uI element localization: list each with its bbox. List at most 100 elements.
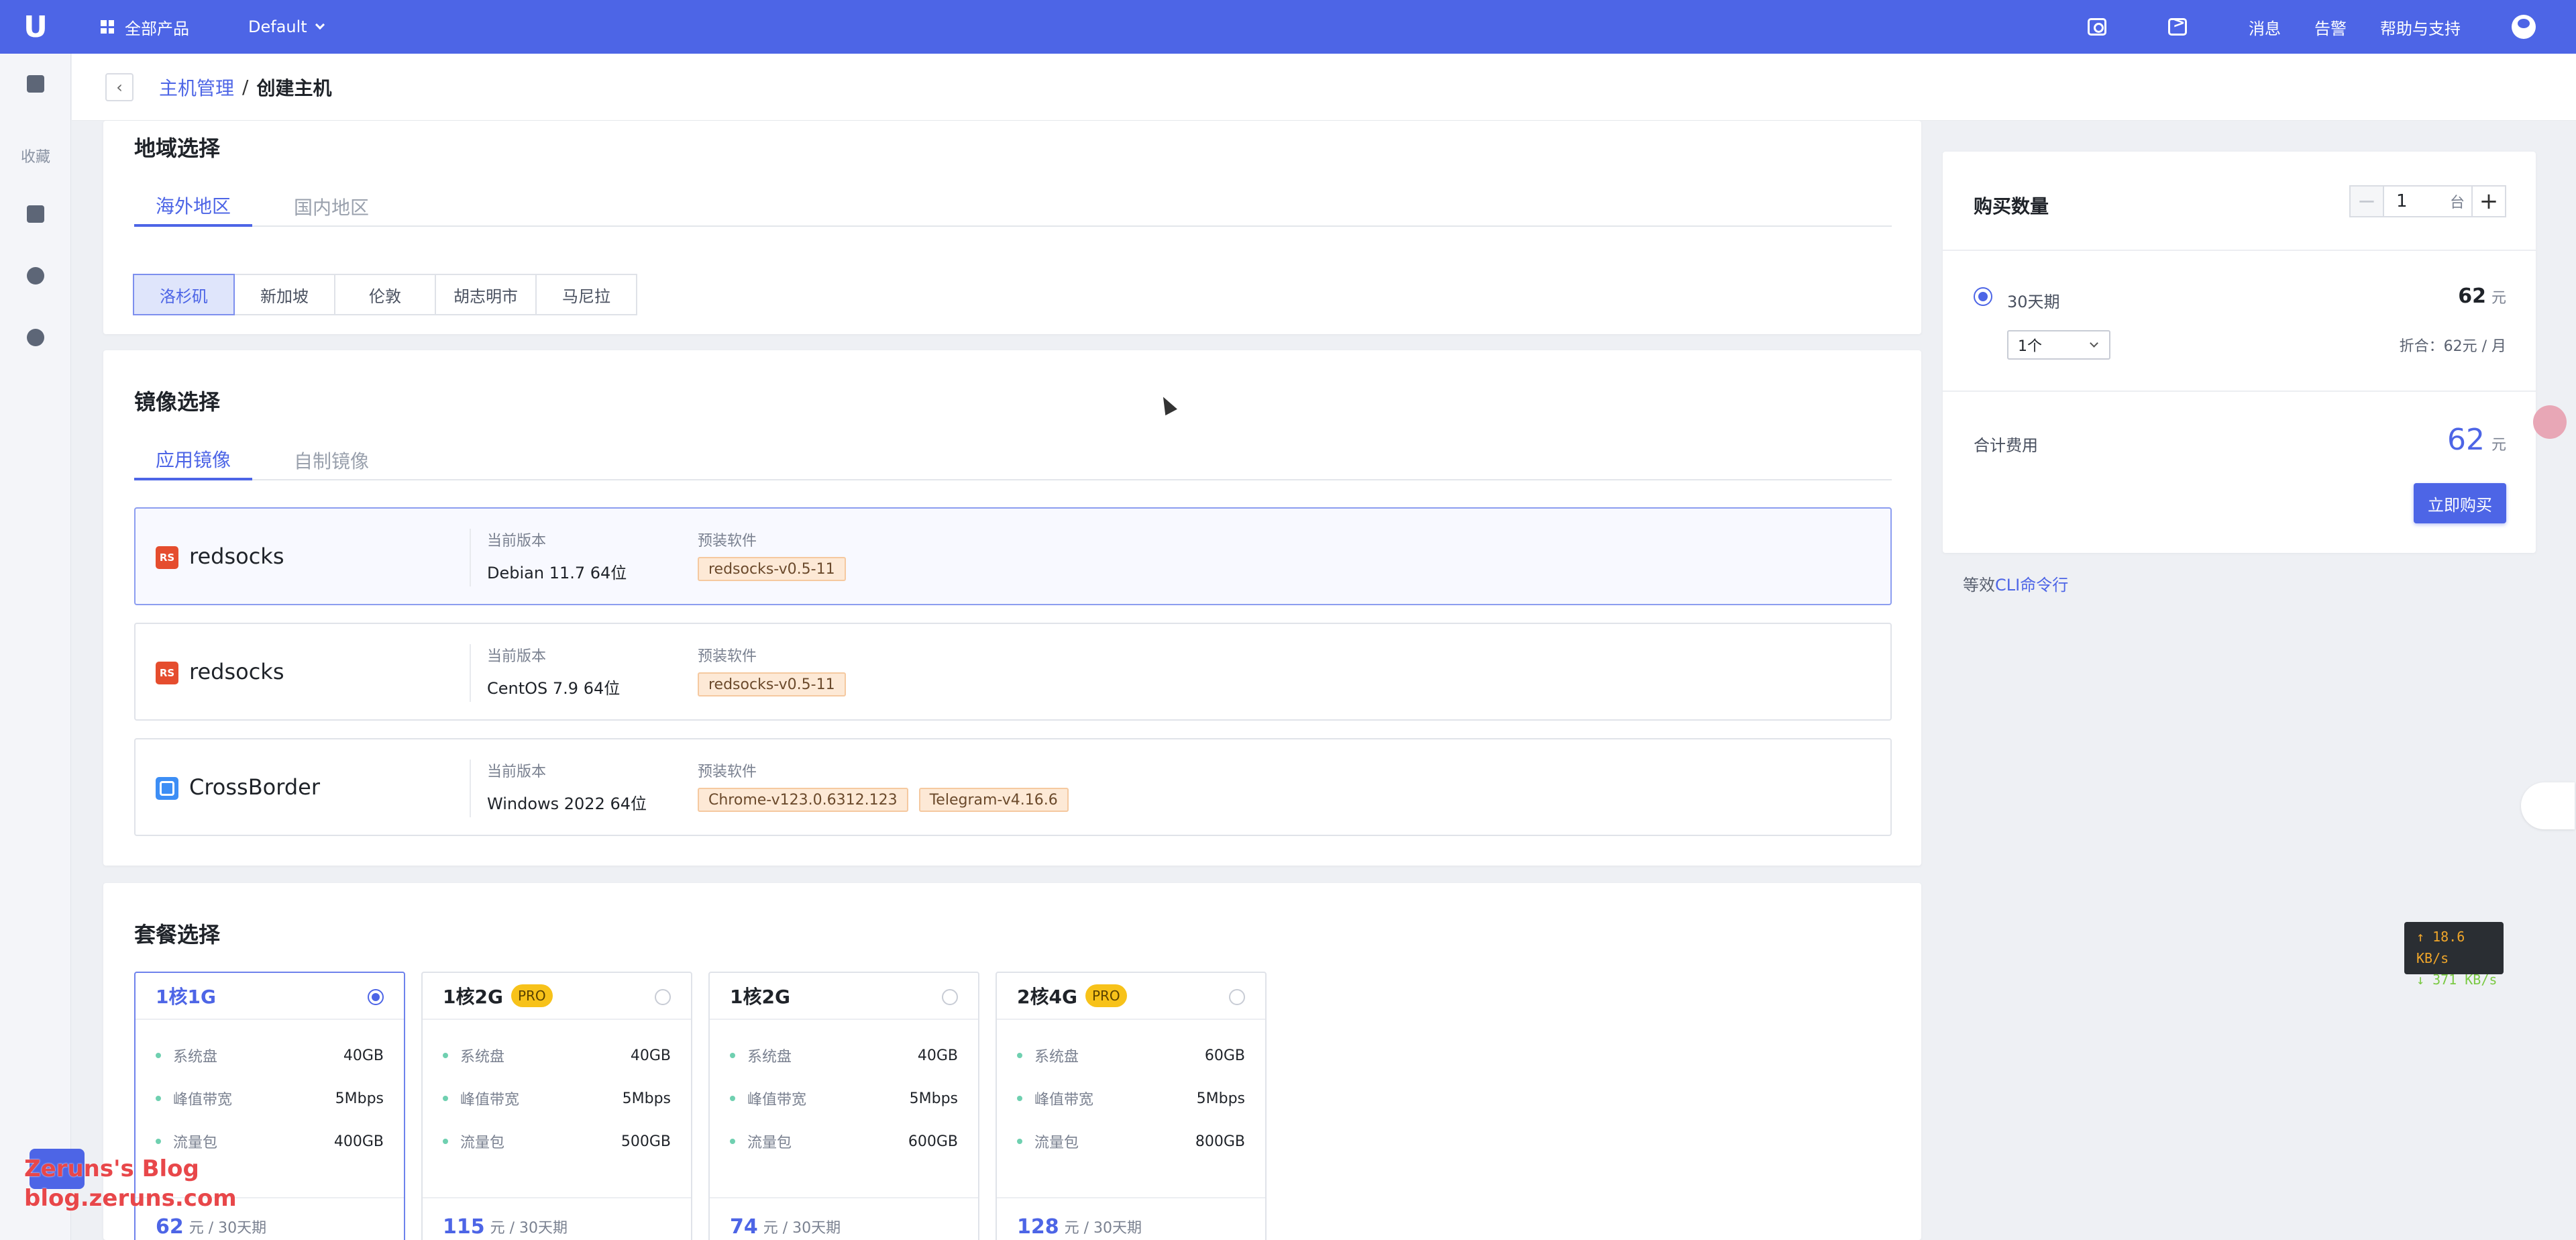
city-ho-chi-minh[interactable]: 胡志明市 (435, 274, 537, 315)
chevron-down-icon (2090, 338, 2098, 348)
software-tag: Telegram-v4.16.6 (918, 788, 1069, 812)
all-products-label: 全部产品 (125, 19, 189, 38)
region-tabs: 海外地区 国内地区 (134, 187, 1892, 227)
project-selector[interactable]: Default (248, 17, 325, 36)
spec-label: 系统盘 (730, 1045, 792, 1066)
project-name: Default (248, 17, 307, 36)
software-label: 预装软件 (698, 648, 757, 665)
plan-card-1c2g[interactable]: 1核2G 系统盘 40GB 峰值带宽 5Mbps 流量包 600GB 74 元 / 30… (708, 972, 979, 1240)
alerts-link[interactable]: 告警 (2314, 15, 2347, 39)
redsocks-icon: RS (156, 662, 178, 684)
translate-float-icon[interactable] (2533, 405, 2567, 439)
total-price: 62 元 (2447, 423, 2506, 457)
version-value: Windows 2022 64位 (487, 794, 647, 813)
quantity-stepper: − 1 台 + (2349, 185, 2506, 217)
spec-value: 600GB (908, 1133, 958, 1150)
spec-label: 峰值带宽 (730, 1088, 806, 1109)
city-list: 洛杉矶 新加坡 伦敦 胡志明市 马尼拉 (133, 274, 637, 315)
crossborder-icon (156, 777, 178, 800)
spec-value: 500GB (621, 1133, 671, 1150)
spec-label: 流量包 (156, 1131, 217, 1152)
tab-overseas[interactable]: 海外地区 (134, 187, 253, 227)
city-los-angeles[interactable]: 洛杉矶 (133, 274, 235, 315)
sidebar-favorites-label[interactable]: 收藏 (0, 145, 71, 166)
spec-label: 峰值带宽 (443, 1088, 519, 1109)
breadcrumb: ‹ 主机管理 / 创建主机 (72, 54, 2576, 121)
network-graph-icon[interactable] (2521, 782, 2575, 829)
plan-list: 1核1G 系统盘 40GB 峰值带宽 5Mbps 流量包 400GB 62 元 / 30… (134, 972, 1267, 1240)
spec-value: 5Mbps (335, 1090, 384, 1107)
version-label: 当前版本 (487, 648, 547, 665)
plan-radio[interactable] (1229, 989, 1245, 1005)
buy-now-button[interactable]: 立即购买 (2414, 483, 2506, 523)
console-icon[interactable] (27, 75, 44, 93)
region-panel: 地域选择 海外地区 国内地区 洛杉矶 新加坡 伦敦 胡志明市 马尼拉 (103, 121, 1921, 334)
back-button[interactable]: ‹ (105, 72, 133, 101)
plan-card-1c2g-pro[interactable]: 1核2G PRO 系统盘 40GB 峰值带宽 5Mbps 流量包 500GB 115 元 … (421, 972, 692, 1240)
spec-value: 5Mbps (909, 1090, 958, 1107)
spec-value: 5Mbps (1196, 1090, 1245, 1107)
messages-link[interactable]: 消息 (2249, 15, 2281, 39)
spec-label: 系统盘 (1017, 1045, 1079, 1066)
image-card-redsocks-debian[interactable]: RS redsocks 当前版本 Debian 11.7 64位 预装软件 re… (134, 507, 1892, 605)
plan-price: 128 元 / 30天期 (997, 1197, 1265, 1240)
quantity-input[interactable]: 1 台 (2384, 185, 2471, 217)
tab-app-images[interactable]: 应用镜像 (134, 440, 253, 480)
quantity-minus-button[interactable]: − (2349, 185, 2384, 217)
user-avatar-icon[interactable] (2512, 15, 2536, 39)
region-title: 地域选择 (134, 136, 221, 161)
cli-command-link[interactable]: 等效CLI命令行 (1963, 572, 2068, 595)
image-name: redsocks (189, 659, 284, 684)
plan-name: 1核1G (156, 986, 216, 1008)
software-tag: redsocks-v0.5-11 (698, 557, 846, 581)
spec-value: 60GB (1204, 1047, 1245, 1064)
city-london[interactable]: 伦敦 (334, 274, 436, 315)
city-manila[interactable]: 马尼拉 (535, 274, 637, 315)
image-card-crossborder-windows[interactable]: CrossBorder 当前版本 Windows 2022 64位 预装软件 C… (134, 738, 1892, 836)
plan-card-2c4g-pro[interactable]: 2核4G PRO 系统盘 60GB 峰值带宽 5Mbps 流量包 800GB 128 元 … (996, 972, 1267, 1240)
quantity-plus-button[interactable]: + (2471, 185, 2506, 217)
spec-value: 40GB (630, 1047, 671, 1064)
spec-label: 系统盘 (443, 1045, 504, 1066)
breadcrumb-separator: / (242, 76, 249, 98)
plan-radio[interactable] (655, 989, 671, 1005)
upload-speed: ↑ 18.6 KB/s (2416, 929, 2465, 966)
software-tag: redsocks-v0.5-11 (698, 672, 846, 696)
help-support-link[interactable]: 帮助与支持 (2380, 15, 2461, 39)
tab-domestic[interactable]: 国内地区 (272, 187, 390, 227)
software-label: 预装软件 (698, 764, 757, 780)
total-label: 合计费用 (1974, 436, 2038, 455)
plan-radio[interactable] (368, 989, 384, 1005)
version-label: 当前版本 (487, 764, 547, 780)
pro-badge: PRO (1085, 984, 1127, 1007)
tab-custom-images[interactable]: 自制镜像 (272, 440, 390, 480)
spec-label: 峰值带宽 (1017, 1088, 1093, 1109)
breadcrumb-host-management[interactable]: 主机管理 (159, 74, 234, 101)
terminal-icon[interactable] (2168, 15, 2187, 36)
version-value: Debian 11.7 64位 (487, 564, 627, 582)
monthly-discount: 折合：62元 / 月 (2399, 338, 2506, 355)
software-label: 预装软件 (698, 533, 757, 550)
image-card-redsocks-centos[interactable]: RS redsocks 当前版本 CentOS 7.9 64位 预装软件 red… (134, 623, 1892, 721)
plan-radio[interactable] (942, 989, 958, 1005)
period-count-select[interactable]: 1个 (2007, 330, 2110, 360)
security-icon[interactable] (27, 329, 44, 346)
image-name: CrossBorder (189, 774, 320, 800)
spec-value: 40GB (343, 1047, 384, 1064)
brand-logo[interactable]: U (0, 0, 71, 54)
network-icon[interactable] (27, 267, 44, 285)
plan-price: 115 元 / 30天期 (423, 1197, 691, 1240)
image-panel: 镜像选择 应用镜像 自制镜像 RS redsocks 当前版本 Debian 1… (103, 350, 1921, 866)
search-icon[interactable] (2088, 18, 2106, 36)
all-products-menu[interactable]: 全部产品 (101, 15, 189, 39)
quantity-value: 1 (2396, 191, 2408, 211)
network-speed-widget: ↑ 18.6 KB/s ↓ 371 KB/s (2404, 922, 2504, 988)
city-singapore[interactable]: 新加坡 (233, 274, 335, 315)
period-label: 30天期 (2007, 293, 2060, 311)
plan-title: 套餐选择 (134, 922, 221, 947)
image-title: 镜像选择 (134, 389, 221, 415)
plan-name: 2核4G (1017, 986, 1077, 1008)
period-radio[interactable] (1974, 287, 1992, 306)
spec-value: 400GB (333, 1133, 384, 1150)
host-list-icon[interactable] (27, 205, 44, 223)
